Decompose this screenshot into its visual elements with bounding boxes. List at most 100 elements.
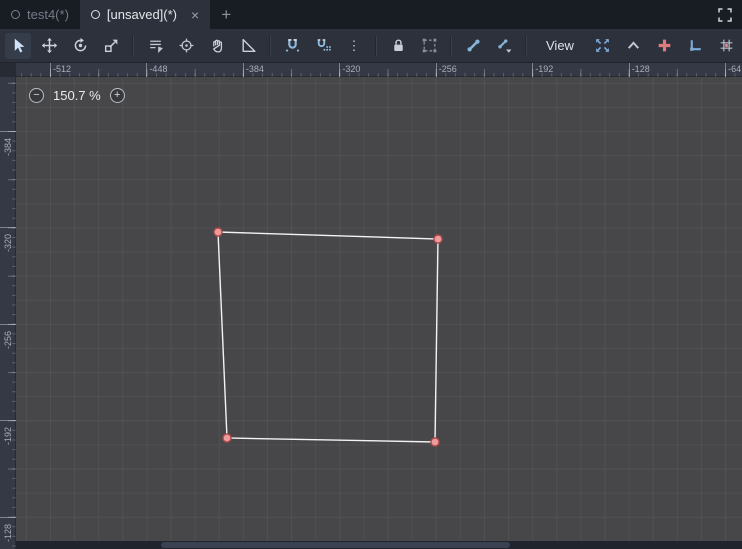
- polygon-edit-tools: [590, 33, 742, 59]
- polygon-outline: [217, 231, 439, 443]
- toolbar-separator: [525, 35, 527, 56]
- add-point-cross-icon: [659, 39, 671, 52]
- pan-mode-button[interactable]: [204, 33, 230, 59]
- ruler-corner: [0, 63, 16, 77]
- canvas-viewport[interactable]: − 150.7 % +: [16, 77, 742, 549]
- snapping-options-button[interactable]: ⋮: [341, 33, 367, 59]
- ruler-major-tick: [435, 63, 437, 77]
- toolbar-separator: [132, 35, 134, 56]
- ruler-major-tick: [628, 63, 630, 77]
- lock-selected-button[interactable]: [385, 33, 411, 59]
- polygon-vertex-handle[interactable]: [433, 234, 443, 244]
- node-circle-icon: [90, 10, 100, 19]
- polygon-vertex-handle[interactable]: [222, 433, 232, 443]
- polygon-vertex-handle[interactable]: [430, 437, 440, 447]
- ruler-label: -448: [149, 64, 168, 74]
- toolbar-separator: [375, 35, 377, 56]
- toolbar-separator: [450, 35, 452, 56]
- pivot-crosshair-icon: [179, 38, 193, 53]
- ruler-label: -256: [3, 330, 13, 349]
- horizontal-scrollbar[interactable]: [16, 541, 742, 549]
- node-circle-icon: [11, 10, 20, 19]
- bone-icon: [466, 39, 480, 52]
- ruler-major-tick: [0, 227, 16, 229]
- zoom-in-button[interactable]: +: [109, 88, 125, 103]
- ruler-label: -384: [3, 137, 13, 156]
- godot-2d-editor-window: test4(*) [unsaved](*) × + ⋮ View -512 -4…: [0, 0, 742, 549]
- ruler-major-tick: [532, 63, 534, 77]
- ruler-label: -64: [728, 64, 742, 74]
- ruler-triangle-icon: [241, 38, 256, 53]
- group-icon: [422, 38, 436, 53]
- rotate-icon: [74, 37, 86, 52]
- rotate-mode-button[interactable]: [67, 33, 93, 59]
- ruler-major-tick: [0, 516, 16, 518]
- ruler-label: -512: [53, 64, 72, 74]
- toolbar-separator: [269, 35, 271, 56]
- scale-mode-button[interactable]: [98, 33, 124, 59]
- move-mode-button[interactable]: [36, 33, 62, 59]
- add-point-button[interactable]: [652, 33, 678, 59]
- lock-icon: [393, 39, 403, 52]
- vertical-dots-icon: ⋮: [347, 38, 361, 53]
- center-view-button[interactable]: [590, 33, 616, 59]
- tab-label: [unsaved](*): [106, 7, 177, 22]
- ruler-major-tick: [50, 63, 51, 77]
- smart-snap-button[interactable]: [279, 33, 305, 59]
- ruler-major-tick: [725, 63, 727, 77]
- ruler-horizontal: -512 -448 -384 -320 -256 -192 -128 -64: [16, 63, 742, 77]
- distraction-free-button[interactable]: [708, 0, 742, 29]
- zoom-controls: − 150.7 % +: [29, 88, 125, 103]
- skeleton-options-icon: [497, 39, 511, 53]
- ruler-vertical: -384 -320 -256 -192 -128: [0, 77, 16, 549]
- grid-config-button[interactable]: [714, 33, 740, 59]
- chevron-up-icon: [628, 41, 640, 49]
- change-pivot-button[interactable]: [173, 33, 199, 59]
- select-cursor-icon: [14, 38, 24, 53]
- ruler-label: -128: [631, 64, 650, 74]
- zoom-out-button[interactable]: −: [29, 88, 44, 103]
- ruler-major-tick: [242, 63, 244, 77]
- tab-label: test4(*): [27, 7, 69, 22]
- ruler-major-tick: [0, 131, 16, 132]
- scale-icon: [104, 39, 117, 53]
- ruler-label: -384: [245, 64, 264, 74]
- skeleton-options-button[interactable]: [491, 33, 517, 59]
- ruler-label: -320: [342, 64, 361, 74]
- group-selected-button[interactable]: [416, 33, 442, 59]
- smart-snap-magnet-icon: [285, 39, 299, 52]
- grid-icon: [721, 39, 733, 52]
- add-scene-tab-button[interactable]: +: [210, 0, 242, 29]
- scene-tab-test4[interactable]: test4(*): [0, 0, 80, 29]
- move-arrows-icon: [41, 37, 57, 54]
- ruler-major-tick: [0, 420, 16, 422]
- ruler-label: -320: [3, 234, 13, 253]
- grid-snap-button[interactable]: [310, 33, 336, 59]
- grid-snap-magnet-icon: [317, 39, 331, 51]
- polygon-layer: [213, 227, 443, 447]
- ruler-major-tick: [146, 63, 148, 77]
- close-tab-icon[interactable]: ×: [191, 8, 199, 22]
- ruler-major-tick: [0, 323, 16, 325]
- corner-bracket-icon: [690, 40, 702, 51]
- canvas-toolbar: ⋮ View: [0, 29, 742, 63]
- list-select-icon: [149, 40, 163, 53]
- ruler-label: -128: [3, 523, 13, 542]
- ruler-label: -192: [535, 64, 554, 74]
- select-mode-button[interactable]: [5, 32, 31, 59]
- expand-corners-icon: [718, 7, 732, 22]
- pan-hand-icon: [212, 39, 222, 53]
- scene-tab-unsaved[interactable]: [unsaved](*) ×: [79, 0, 211, 29]
- ruler-major-tick: [339, 63, 341, 77]
- collapse-toolbar-button[interactable]: [621, 33, 647, 59]
- ruler-label: -192: [3, 427, 13, 446]
- scrollbar-handle[interactable]: [161, 542, 510, 548]
- skeleton-bone-button[interactable]: [460, 33, 486, 59]
- polygon-vertex-handle[interactable]: [213, 227, 223, 237]
- view-menu-button[interactable]: View: [535, 33, 585, 59]
- edit-corner-button[interactable]: [683, 33, 709, 59]
- list-select-button[interactable]: [142, 33, 168, 59]
- scene-tab-bar: test4(*) [unsaved](*) × +: [0, 0, 742, 29]
- ruler-mode-button[interactable]: [235, 33, 261, 59]
- zoom-percent-button[interactable]: 150.7 %: [53, 88, 101, 103]
